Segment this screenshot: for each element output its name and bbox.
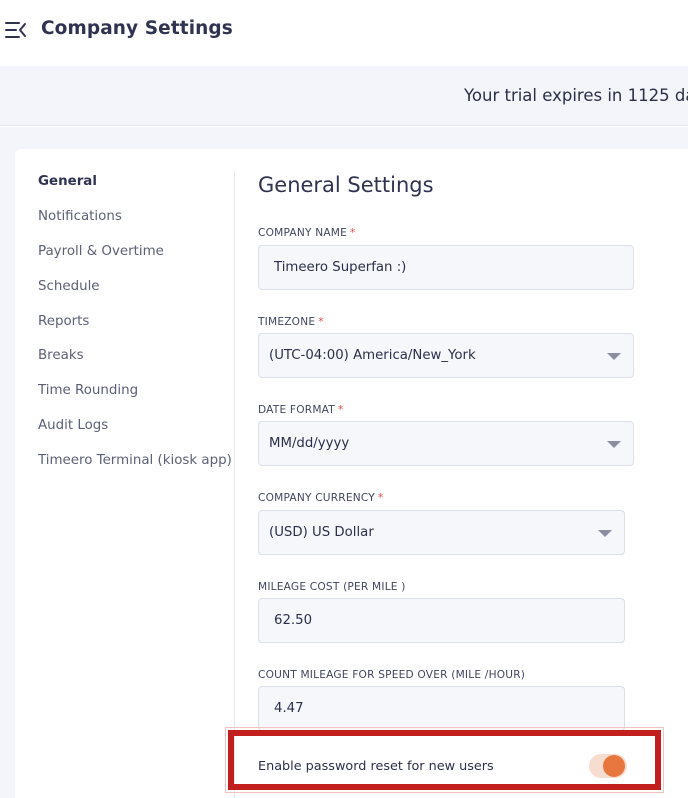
company-name-value: Timeero Superfan :) — [274, 260, 407, 275]
date-format-value: MM/dd/yyyy — [269, 436, 350, 451]
sidebar-item-notifications[interactable]: Notifications — [38, 209, 122, 224]
menu-collapse-icon[interactable] — [5, 21, 27, 39]
trial-banner: Your trial expires in 1125 da — [0, 66, 688, 126]
chevron-down-icon — [607, 353, 621, 360]
sidebar-item-timeero-terminal[interactable]: Timeero Terminal (kiosk app) — [38, 453, 232, 468]
timezone-value: (UTC-04:00) America/New_York — [269, 348, 476, 363]
sidebar-item-breaks[interactable]: Breaks — [38, 348, 84, 363]
sidebar-divider — [234, 171, 235, 798]
mileage-speed-value: 4.47 — [274, 701, 304, 716]
toggle-knob — [603, 755, 625, 777]
sidebar-item-payroll-overtime[interactable]: Payroll & Overtime — [38, 244, 164, 259]
mileage-cost-value: 62.50 — [274, 613, 313, 628]
page-title: Company Settings — [41, 18, 233, 39]
password-reset-label: Enable password reset for new users — [258, 759, 494, 774]
mileage-cost-input[interactable]: 62.50 — [258, 598, 625, 643]
date-format-select[interactable]: MM/dd/yyyy — [258, 421, 634, 466]
mileage-cost-label: MILEAGE COST (PER MILE ) — [258, 581, 406, 593]
password-reset-toggle[interactable] — [589, 754, 627, 778]
trial-expiry-text: Your trial expires in 1125 da — [464, 86, 688, 105]
content-area: General Notifications Payroll & Overtime… — [0, 127, 688, 798]
chevron-down-icon — [598, 530, 612, 537]
sidebar-item-general[interactable]: General — [38, 174, 97, 189]
currency-select[interactable]: (USD) US Dollar — [258, 510, 625, 555]
sidebar-item-time-rounding[interactable]: Time Rounding — [38, 383, 138, 398]
sidebar-item-schedule[interactable]: Schedule — [38, 279, 100, 294]
mileage-speed-label: COUNT MILEAGE FOR SPEED OVER (MILE /HOUR… — [258, 669, 526, 681]
sidebar-item-reports[interactable]: Reports — [38, 314, 89, 329]
company-name-input[interactable]: Timeero Superfan :) — [258, 245, 634, 290]
sidebar-item-audit-logs[interactable]: Audit Logs — [38, 418, 108, 433]
currency-label: COMPANY CURRENCY * — [258, 492, 384, 504]
top-bar: Company Settings — [0, 0, 688, 64]
currency-value: (USD) US Dollar — [269, 525, 374, 540]
company-name-label: COMPANY NAME * — [258, 227, 356, 239]
timezone-label: TIMEZONE * — [258, 316, 324, 328]
chevron-down-icon — [607, 441, 621, 448]
timezone-select[interactable]: (UTC-04:00) America/New_York — [258, 333, 634, 378]
section-title: General Settings — [258, 173, 434, 197]
date-format-label: DATE FORMAT * — [258, 404, 344, 416]
mileage-speed-input[interactable]: 4.47 — [258, 686, 625, 731]
